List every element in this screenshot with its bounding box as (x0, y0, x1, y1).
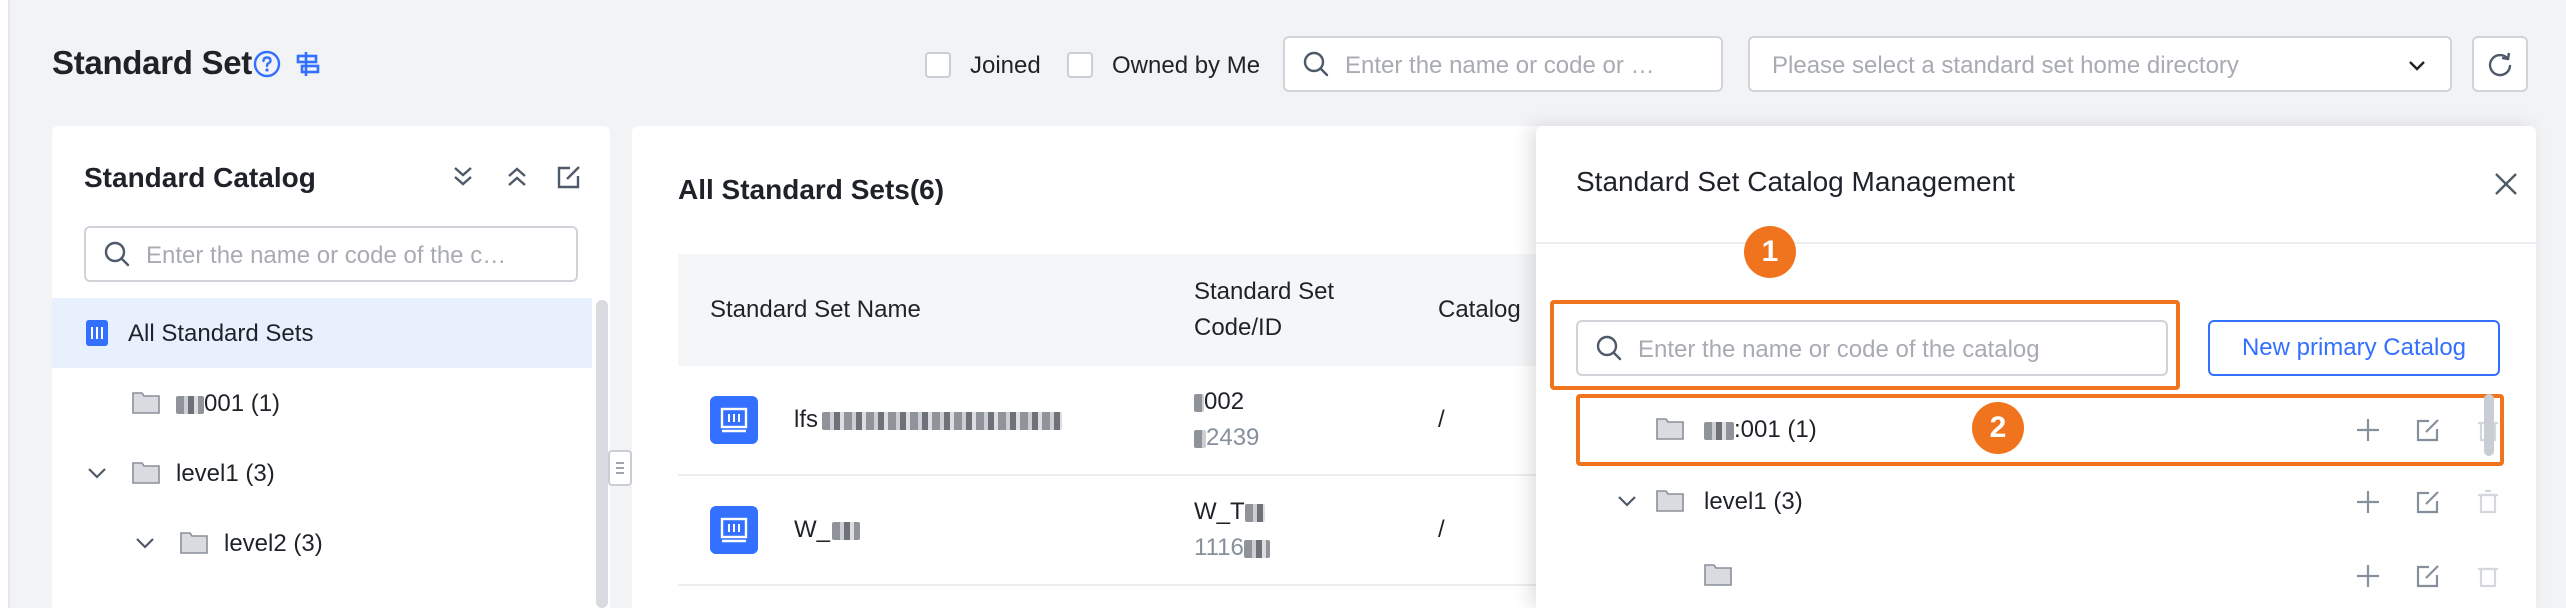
drag-handle-icon (616, 462, 624, 474)
owned-by-me-checkbox[interactable] (1067, 52, 1093, 78)
new-primary-catalog-button[interactable]: New primary Catalog (2208, 320, 2500, 376)
tree-item-label: 001 (1) (176, 390, 280, 418)
standard-catalog-panel: Standard Catalog Enter the name or code … (52, 126, 610, 608)
catalog-title: Standard Catalog (84, 162, 316, 193)
standard-sets-list-panel: All Standard Sets(6) Standard Set Name S… (632, 126, 1642, 608)
tree-item-label: :001 (1) (1704, 416, 1817, 444)
table-header: Standard Set Name Standard Set Code/ID C… (678, 254, 1642, 366)
tree-item-label: level1 (3) (1704, 488, 1803, 515)
catalog-search-placeholder: Enter the name or code of the c… (146, 242, 507, 269)
drawer-scrollbar[interactable] (2484, 394, 2494, 456)
tree-item-001[interactable]: 001 (1) (52, 368, 592, 438)
folder-icon (132, 392, 160, 414)
directory-placeholder: Please select a standard set home direct… (1772, 52, 2239, 79)
close-icon[interactable] (2492, 170, 2520, 198)
edit-catalog-icon[interactable] (554, 162, 584, 192)
set-code: W_T (1194, 498, 1265, 526)
drawer-tree-item-level1[interactable]: level1 (3) (1576, 466, 2516, 536)
delete-icon (2478, 567, 2498, 588)
column-header-name: Standard Set Name (710, 296, 921, 323)
set-id: 2439 (1194, 424, 1259, 452)
catalog-management-drawer: Standard Set Catalog Management 1 Enter … (1536, 126, 2536, 608)
table-row[interactable]: W_ W_T 1116 / (678, 476, 1642, 586)
catalog-search-input[interactable]: Enter the name or code of the c… (84, 226, 578, 282)
joined-checkbox[interactable] (925, 52, 951, 78)
chevron-down-icon (2409, 61, 2425, 71)
standard-set-icon (710, 396, 758, 444)
set-name[interactable]: W_ (794, 516, 860, 544)
search-placeholder: Enter the name or code or … (1345, 52, 1655, 79)
chevron-down-icon[interactable] (1616, 490, 1638, 512)
edit-icon[interactable] (2414, 562, 2442, 590)
standard-sets-icon (86, 320, 108, 346)
page-title: Standard Set (52, 44, 252, 81)
folder-icon (132, 462, 160, 484)
folder-icon (1656, 490, 1684, 512)
refresh-button[interactable] (2472, 36, 2528, 92)
edit-icon[interactable] (2414, 488, 2442, 516)
add-subcatalog-icon[interactable] (2354, 488, 2382, 516)
help-icon[interactable] (253, 50, 281, 78)
folder-icon (180, 532, 208, 554)
refresh-icon (2488, 52, 2512, 77)
chevron-down-icon[interactable] (134, 532, 156, 554)
standard-set-page: Standard Set Joined Owned by Me Enter th… (8, 0, 2566, 608)
add-subcatalog-icon[interactable] (2354, 416, 2382, 444)
edit-icon[interactable] (2414, 416, 2442, 444)
tree-item-label: level2 (3) (224, 530, 323, 557)
add-subcatalog-icon[interactable] (2354, 562, 2382, 590)
set-name[interactable]: lfs (794, 406, 1062, 434)
tree-item-all-standard-sets[interactable]: All Standard Sets (52, 298, 592, 368)
set-id: 1116 (1194, 534, 1270, 562)
tree-item-label: level1 (3) (176, 460, 275, 487)
set-catalog: / (1438, 516, 1445, 543)
set-catalog: / (1438, 406, 1445, 433)
tree-item-label: All Standard Sets (128, 320, 314, 347)
collapse-all-icon[interactable] (502, 162, 532, 192)
list-title: All Standard Sets(6) (678, 174, 945, 205)
home-directory-select[interactable]: Please select a standard set home direct… (1748, 36, 2452, 92)
drawer-tree-item-partial (1576, 536, 2516, 606)
table-row[interactable]: lfs 002 2439 / (678, 366, 1642, 476)
set-code: 002 (1194, 388, 1244, 416)
drawer-search-placeholder: Enter the name or code of the catalog (1638, 336, 2040, 363)
search-icon (104, 241, 130, 267)
standard-set-search-input[interactable]: Enter the name or code or … (1283, 36, 1723, 92)
expand-all-icon[interactable] (448, 162, 478, 192)
column-header-catalog: Catalog (1438, 296, 1521, 323)
filter-settings-icon[interactable] (292, 48, 324, 80)
search-icon (1303, 51, 1329, 77)
panel-resize-handle[interactable] (608, 450, 632, 486)
drawer-divider (1536, 242, 2536, 244)
column-header-code: Standard Set Code/ID (1194, 278, 1335, 341)
drawer-catalog-search-input[interactable]: Enter the name or code of the catalog (1576, 320, 2168, 376)
tree-item-level1[interactable]: level1 (3) (52, 438, 592, 508)
owned-by-me-label: Owned by Me (1112, 52, 1261, 79)
drawer-tree-item-001[interactable]: :001 (1) (1576, 394, 2516, 464)
chevron-down-icon[interactable] (86, 462, 108, 484)
delete-icon (2478, 489, 2498, 514)
folder-icon (1656, 418, 1684, 440)
standard-set-icon (710, 506, 758, 554)
search-icon (1596, 335, 1622, 361)
annotation-badge-1: 1 (1744, 226, 1796, 278)
folder-icon (1704, 564, 1732, 586)
joined-label: Joined (970, 52, 1041, 79)
drawer-title: Standard Set Catalog Management (1576, 166, 2015, 197)
catalog-scrollbar[interactable] (596, 300, 608, 608)
tree-item-level2[interactable]: level2 (3) (52, 508, 592, 578)
